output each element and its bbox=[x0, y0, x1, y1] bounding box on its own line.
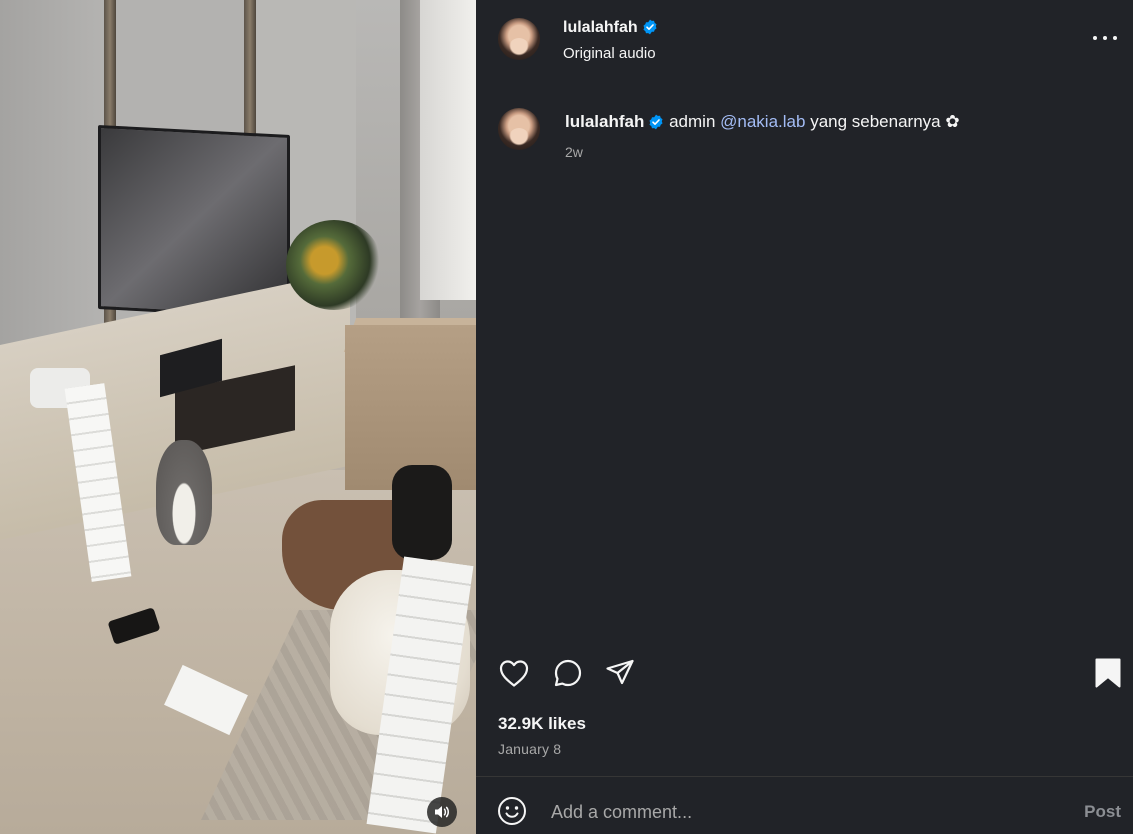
verified-badge-icon bbox=[643, 19, 657, 35]
media-scene-window bbox=[420, 0, 476, 300]
emoji-icon bbox=[498, 797, 526, 825]
post-date[interactable]: January 8 bbox=[498, 741, 561, 757]
more-options-button[interactable] bbox=[1093, 28, 1117, 48]
author-avatar[interactable] bbox=[498, 18, 540, 60]
more-options-icon bbox=[1113, 36, 1117, 40]
media-scene-flowers bbox=[286, 220, 382, 310]
post-header: lulalahfah Original audio bbox=[476, 0, 1133, 78]
comment-button[interactable] bbox=[550, 655, 586, 691]
author-username-row: lulalahfah bbox=[563, 19, 658, 37]
sound-toggle-button[interactable] bbox=[427, 797, 457, 827]
save-button[interactable] bbox=[1090, 655, 1126, 691]
more-options-icon bbox=[1103, 36, 1107, 40]
caption-text: lulalahfah admin @nakia.lab yang sebenar… bbox=[565, 112, 960, 132]
caption-body: admin bbox=[669, 112, 716, 131]
comment-icon bbox=[554, 659, 582, 687]
caption-avatar[interactable] bbox=[498, 108, 540, 150]
comment-input[interactable] bbox=[551, 797, 1031, 827]
post-media[interactable] bbox=[0, 0, 476, 834]
verified-badge-icon bbox=[649, 114, 663, 130]
post-panel: lulalahfah Original audio lulalahfah adm… bbox=[476, 0, 1133, 834]
caption-username[interactable]: lulalahfah bbox=[565, 112, 644, 131]
media-scene-cat bbox=[156, 440, 212, 545]
heart-icon bbox=[499, 660, 529, 687]
bookmark-icon bbox=[1095, 658, 1121, 688]
more-options-icon bbox=[1093, 36, 1097, 40]
media-scene-person bbox=[392, 465, 452, 560]
flower-emoji: ✿ bbox=[945, 112, 960, 131]
post-comment-button[interactable]: Post bbox=[1084, 802, 1121, 822]
audio-label[interactable]: Original audio bbox=[563, 45, 656, 62]
author-username[interactable]: lulalahfah bbox=[563, 19, 638, 36]
post-actions bbox=[476, 655, 1133, 695]
like-button[interactable] bbox=[496, 655, 532, 691]
comment-bar: Post bbox=[476, 777, 1133, 834]
like-count[interactable]: 32.9K likes bbox=[498, 714, 586, 734]
caption-timestamp[interactable]: 2w bbox=[565, 144, 583, 160]
speaker-icon bbox=[435, 806, 449, 818]
caption-mention-link[interactable]: @nakia.lab bbox=[720, 112, 805, 131]
emoji-button[interactable] bbox=[496, 795, 528, 827]
share-icon bbox=[606, 659, 634, 685]
share-button[interactable] bbox=[602, 655, 638, 691]
caption-body-end: yang sebenarnya bbox=[810, 112, 941, 131]
